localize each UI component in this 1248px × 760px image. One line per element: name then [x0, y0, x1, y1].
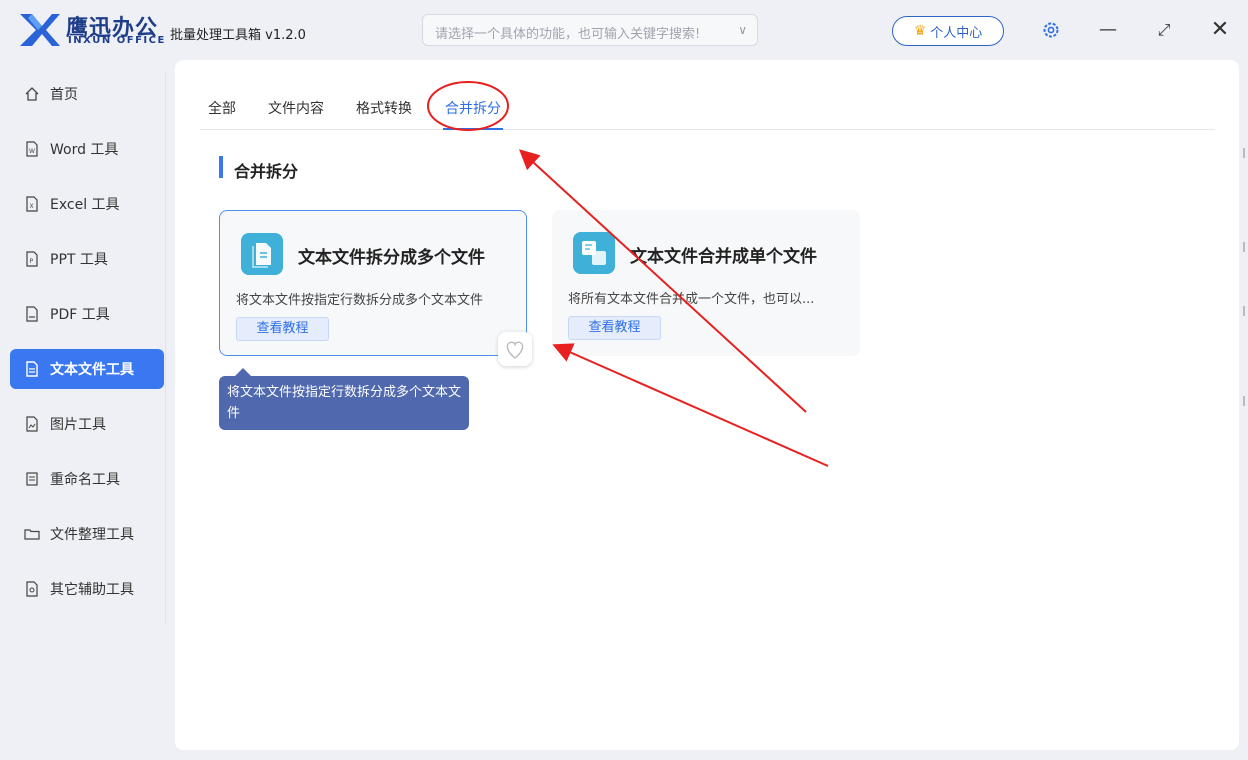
user-center-label: 个人中心 — [930, 25, 983, 41]
svg-text:X: X — [30, 203, 34, 210]
ppt-file-icon: P — [26, 251, 38, 267]
image-file-icon — [26, 416, 38, 432]
split-file-icon — [241, 233, 283, 275]
card-description: 将文本文件按指定行数拆分成多个文本文件 — [236, 293, 484, 308]
app-title: 批量处理工具箱 v1.2.0 — [170, 28, 306, 43]
tools-icon — [26, 581, 38, 597]
sidebar-item-label: 首页 — [50, 87, 78, 103]
sidebar-item-label: PPT 工具 — [50, 252, 108, 268]
window-edge — [1240, 60, 1248, 760]
sidebar-item-excel[interactable]: X Excel 工具 — [10, 184, 164, 224]
folder-icon — [24, 529, 40, 540]
tab-all[interactable]: 全部 — [208, 98, 236, 118]
sidebar-item-label: 文件整理工具 — [50, 527, 134, 543]
heart-icon — [506, 341, 524, 359]
svg-text:P: P — [30, 258, 34, 265]
tooltip-arrow — [235, 368, 251, 376]
tooltip: 将文本文件按指定行数拆分成多个文本文件 — [219, 376, 469, 430]
card-description: 将所有文本文件合并成一个文件，也可以... — [568, 292, 815, 307]
sidebar-item-rename[interactable]: 重命名工具 — [10, 459, 164, 499]
card-title: 文本文件合并成单个文件 — [630, 247, 817, 267]
sidebar-item-organize[interactable]: 文件整理工具 — [10, 514, 164, 554]
view-tutorial-button[interactable]: 查看教程 — [568, 316, 661, 340]
minimize-button[interactable]: — — [1096, 18, 1120, 42]
sidebar-item-pdf[interactable]: PDF 工具 — [10, 294, 164, 334]
section-accent-bar — [219, 156, 223, 178]
word-file-icon: W — [26, 141, 38, 157]
section-title: 合并拆分 — [234, 162, 299, 181]
excel-file-icon: X — [26, 196, 38, 212]
sidebar-item-home[interactable]: 首页 — [10, 74, 164, 114]
favorite-button[interactable] — [498, 332, 532, 366]
tool-card-split[interactable]: 文本文件拆分成多个文件 将文本文件按指定行数拆分成多个文本文件 查看教程 — [219, 210, 527, 356]
title-bar: 鹰迅办公 INXUN OFFICE 批量处理工具箱 v1.2.0 请选择一个具体… — [0, 0, 1248, 60]
tab-file-content[interactable]: 文件内容 — [268, 98, 324, 118]
chevron-down-icon[interactable]: ∨ — [738, 23, 747, 37]
sidebar-item-label: Word 工具 — [50, 142, 119, 158]
search-placeholder: 请选择一个具体的功能，也可输入关键字搜索! — [435, 27, 701, 42]
gear-icon[interactable] — [1041, 20, 1061, 40]
svg-text:W: W — [29, 148, 35, 155]
close-button[interactable]: ✕ — [1208, 18, 1232, 42]
active-tab-indicator — [443, 128, 503, 130]
home-icon — [25, 87, 39, 101]
sidebar-item-text-file[interactable]: 文本文件工具 — [10, 349, 164, 389]
card-title: 文本文件拆分成多个文件 — [298, 248, 485, 268]
logo-icon — [20, 14, 60, 46]
merge-file-icon — [573, 232, 615, 274]
tab-bar: 全部 文件内容 格式转换 合并拆分 — [200, 92, 1215, 130]
pdf-file-icon — [26, 306, 38, 322]
user-center-button[interactable]: ♛ 个人中心 — [892, 16, 1004, 46]
crown-icon: ♛ — [913, 23, 927, 39]
sidebar-item-word[interactable]: W Word 工具 — [10, 129, 164, 169]
logo-subtext: INXUN OFFICE — [68, 35, 166, 46]
view-tutorial-button[interactable]: 查看教程 — [236, 317, 329, 341]
text-file-icon — [26, 361, 38, 377]
search-input[interactable]: 请选择一个具体的功能，也可输入关键字搜索! ∨ — [422, 14, 758, 46]
sidebar-item-label: 图片工具 — [50, 417, 106, 433]
tab-format-convert[interactable]: 格式转换 — [356, 98, 412, 118]
sidebar: 首页 W Word 工具 X Excel 工具 P PPT 工具 PDF 工具 … — [0, 60, 166, 760]
rename-icon — [26, 472, 38, 486]
main-panel: 全部 文件内容 格式转换 合并拆分 合并拆分 文本文件拆分成多个文件 将文本文件… — [175, 60, 1239, 750]
sidebar-item-label: 重命名工具 — [50, 472, 120, 488]
sidebar-item-image[interactable]: 图片工具 — [10, 404, 164, 444]
sidebar-item-label: PDF 工具 — [50, 307, 110, 323]
sidebar-item-label: 文本文件工具 — [50, 362, 134, 378]
tool-card-merge[interactable]: 文本文件合并成单个文件 将所有文本文件合并成一个文件，也可以... 查看教程 — [552, 210, 860, 356]
sidebar-item-other[interactable]: 其它辅助工具 — [10, 569, 164, 609]
tab-merge-split[interactable]: 合并拆分 — [445, 98, 501, 118]
sidebar-item-label: Excel 工具 — [50, 197, 120, 213]
sidebar-item-ppt[interactable]: P PPT 工具 — [10, 239, 164, 279]
sidebar-divider — [165, 72, 166, 624]
maximize-button[interactable]: ⤢ — [1152, 18, 1176, 42]
sidebar-item-label: 其它辅助工具 — [50, 582, 134, 598]
